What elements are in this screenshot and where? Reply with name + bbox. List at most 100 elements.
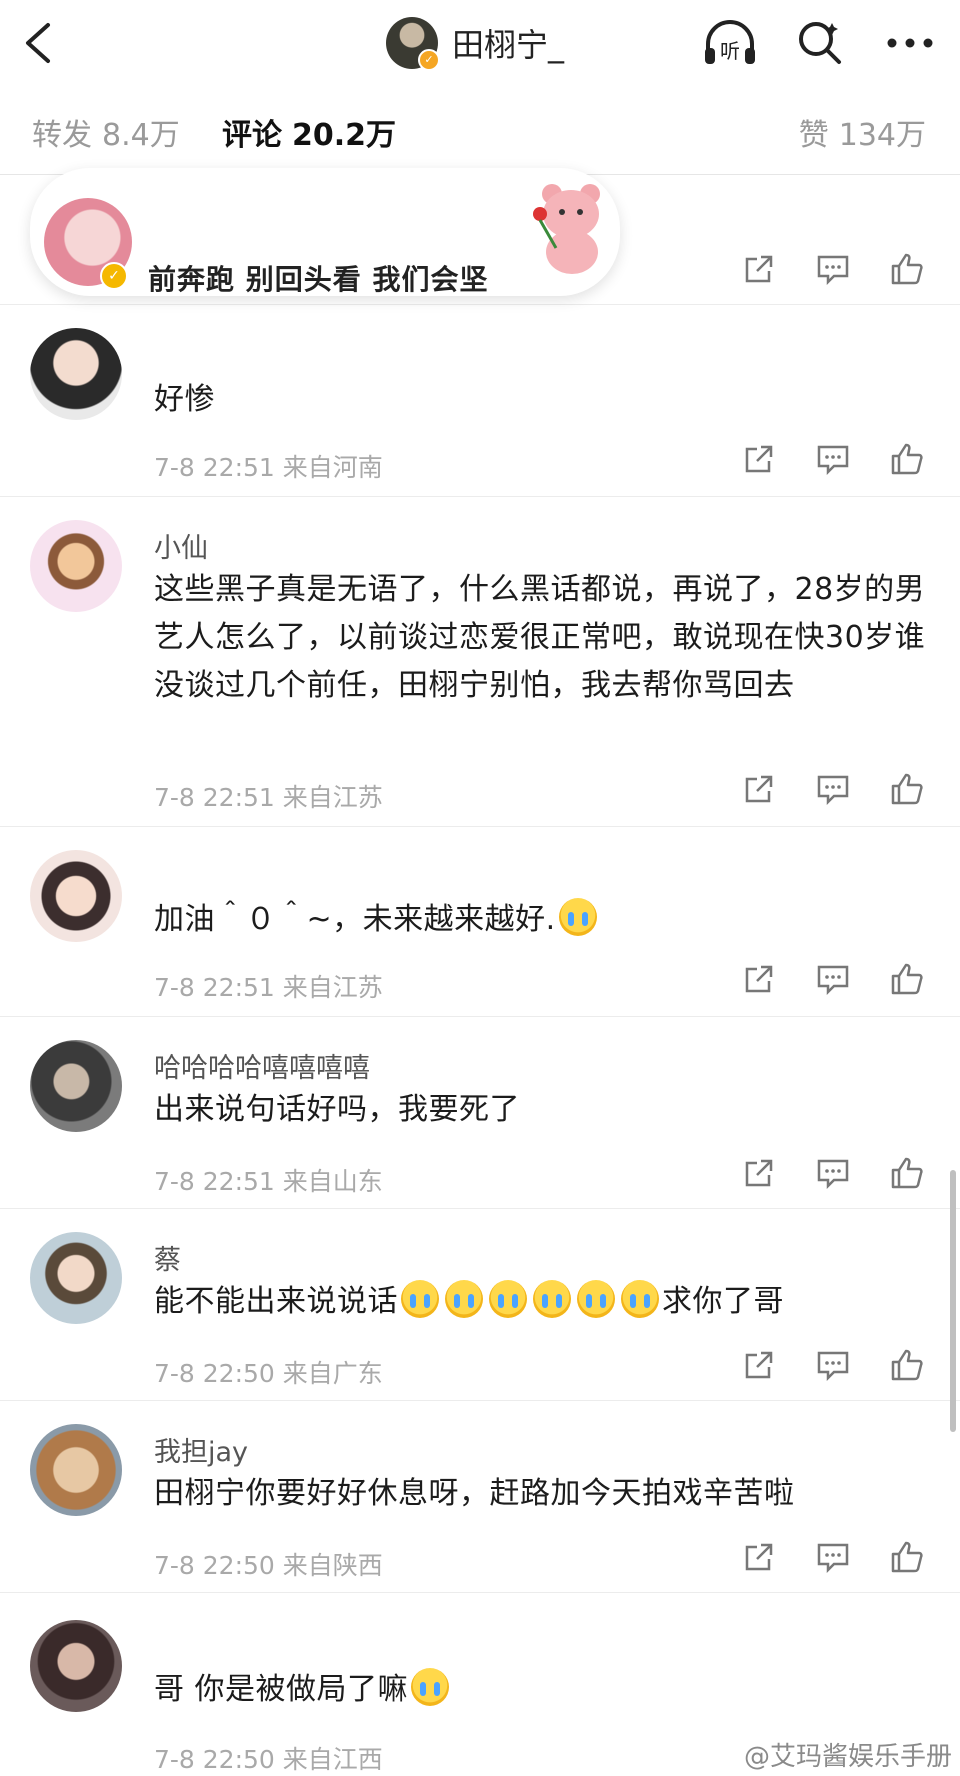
thumbs-up-icon bbox=[891, 1157, 923, 1189]
comment-text-content: 加油＾０＾~，未来越来越好. bbox=[154, 902, 556, 937]
comment-meta: 7-8 22:50 来自广东 bbox=[154, 1359, 383, 1388]
share-button[interactable] bbox=[742, 1156, 776, 1190]
crying-emoji-icon bbox=[401, 1280, 439, 1318]
tab-like[interactable]: 赞 134万 bbox=[799, 110, 926, 154]
watermark: @艾玛酱娱乐手册 bbox=[743, 1742, 952, 1772]
crying-emoji-icon bbox=[558, 898, 597, 936]
comment-text: 田栩宁你要好好休息呀，赶路加今天拍戏辛苦啦 bbox=[154, 1476, 795, 1511]
comment-text: 能不能出来说说话 求你了哥 bbox=[154, 1278, 934, 1326]
like-button[interactable] bbox=[890, 1540, 924, 1574]
share-button[interactable] bbox=[742, 442, 776, 476]
comment-icon bbox=[817, 445, 849, 475]
avatar[interactable] bbox=[30, 1424, 122, 1516]
tab-comment[interactable]: 评论 20.2万 bbox=[222, 110, 396, 154]
thumbs-up-icon bbox=[891, 443, 923, 475]
comment-meta: 7-8 22:51 来自河南 bbox=[154, 453, 383, 482]
tab-comment-count: 20.2万 bbox=[292, 118, 397, 153]
like-button[interactable] bbox=[890, 252, 924, 286]
crying-emoji-icon bbox=[489, 1280, 527, 1318]
share-icon bbox=[745, 1159, 773, 1187]
headphones-icon: 听 bbox=[705, 20, 755, 64]
comment-item: 蔡 能不能出来说说话 求你了哥 7-8 22:50 来自广东 bbox=[0, 1208, 960, 1401]
title-area[interactable]: ✓ 田栩宁_ bbox=[386, 14, 564, 72]
avatar[interactable] bbox=[30, 328, 122, 420]
share-icon bbox=[745, 1351, 773, 1379]
username[interactable]: 小仙 bbox=[154, 526, 208, 565]
tab-repost-label: 转发 bbox=[32, 118, 92, 153]
sticker-text: 前奔跑 别回头看 我们会坚 bbox=[148, 263, 489, 296]
comment-icon bbox=[817, 965, 849, 995]
scrollbar[interactable] bbox=[950, 1170, 956, 1432]
reply-button[interactable] bbox=[816, 962, 850, 996]
comment-text: 出来说句话好吗，我要死了 bbox=[154, 1092, 520, 1127]
comment-icon bbox=[817, 255, 849, 285]
share-icon bbox=[745, 445, 773, 473]
reply-button[interactable] bbox=[816, 1540, 850, 1574]
share-button[interactable] bbox=[742, 772, 776, 806]
comment-text-content: 求你了哥 bbox=[662, 1284, 784, 1319]
svg-text:听: 听 bbox=[720, 39, 740, 63]
bear-sticker-icon bbox=[533, 184, 600, 274]
top-bar: ✓ 田栩宁_ 听 bbox=[0, 0, 960, 87]
comment-icon bbox=[817, 1351, 849, 1381]
like-button[interactable] bbox=[890, 1156, 924, 1190]
reply-button[interactable] bbox=[816, 1348, 850, 1382]
comment-text: 好惨 bbox=[154, 382, 215, 417]
comment-text-content: 哥 你是被做局了嘛 bbox=[154, 1672, 409, 1707]
comment-item: 我担jay 田栩宁你要好好休息呀，赶路加今天拍戏辛苦啦 7-8 22:50 来自… bbox=[0, 1400, 960, 1593]
more-icon bbox=[887, 38, 933, 48]
share-button[interactable] bbox=[742, 252, 776, 286]
tab-like-count: 134万 bbox=[838, 118, 926, 153]
thumbs-up-icon bbox=[891, 963, 923, 995]
verified-badge-icon: ✓ bbox=[418, 49, 440, 71]
tab-repost[interactable]: 转发 8.4万 bbox=[32, 110, 180, 154]
back-button[interactable] bbox=[22, 14, 72, 72]
comment-meta: 7-8 22:51 来自江苏 bbox=[154, 973, 383, 1002]
reply-button[interactable] bbox=[816, 1156, 850, 1190]
share-button[interactable] bbox=[742, 1348, 776, 1382]
avatar[interactable] bbox=[30, 1232, 122, 1324]
comment-icon bbox=[817, 1159, 849, 1189]
verified-badge-icon: ✓ bbox=[100, 262, 128, 290]
crying-emoji-icon bbox=[445, 1280, 483, 1318]
tabs-bar: 转发 8.4万 评论 20.2万 赞 134万 bbox=[0, 86, 960, 175]
comment-meta: 7-8 22:50 来自江西 bbox=[154, 1745, 383, 1774]
listen-button[interactable]: 听 bbox=[702, 15, 758, 71]
comment-item: 小仙 这些黑子真是无语了，什么黑话都说，再说了，28岁的男艺人怎么了，以前谈过恋… bbox=[0, 496, 960, 827]
like-button[interactable] bbox=[890, 962, 924, 996]
username[interactable]: 哈哈哈哈嘻嘻嘻嘻 bbox=[154, 1046, 370, 1085]
comment-meta: 7-8 22:50 来自陕西 bbox=[154, 1551, 383, 1580]
avatar[interactable]: ✓ bbox=[386, 17, 440, 71]
reply-button[interactable] bbox=[816, 252, 850, 286]
crying-emoji-icon bbox=[577, 1280, 615, 1318]
like-button[interactable] bbox=[890, 1348, 924, 1382]
like-button[interactable] bbox=[890, 442, 924, 476]
avatar[interactable] bbox=[30, 1620, 122, 1712]
comment-meta: 7-8 22:51 来自江苏 bbox=[154, 783, 383, 812]
tab-repost-count: 8.4万 bbox=[102, 118, 180, 153]
avatar[interactable] bbox=[30, 1040, 122, 1132]
comment-icon bbox=[817, 1543, 849, 1573]
share-button[interactable] bbox=[742, 1540, 776, 1574]
avatar[interactable] bbox=[30, 850, 122, 942]
back-icon bbox=[26, 23, 50, 63]
username[interactable]: 我担jay bbox=[154, 1430, 248, 1469]
username[interactable]: 蔡 bbox=[154, 1238, 181, 1277]
reply-button[interactable] bbox=[816, 772, 850, 806]
like-button[interactable] bbox=[890, 772, 924, 806]
comment-item: 加油＾０＾~，未来越来越好. 7-8 22:51 来自江苏 bbox=[0, 826, 960, 1017]
share-button[interactable] bbox=[742, 962, 776, 996]
page-title: 田栩宁_ bbox=[452, 26, 565, 64]
tab-comment-label: 评论 bbox=[222, 118, 282, 153]
comment-text: 这些黑子真是无语了，什么黑话都说，再说了，28岁的男艺人怎么了，以前谈过恋爱很正… bbox=[154, 572, 926, 703]
comment-item: 哈哈哈哈嘻嘻嘻嘻 出来说句话好吗，我要死了 7-8 22:51 来自山东 bbox=[0, 1016, 960, 1209]
more-button[interactable] bbox=[882, 15, 938, 71]
comment-text: 加油＾０＾~，未来越来越好. bbox=[154, 896, 934, 944]
comment-text-content: 能不能出来说说话 bbox=[154, 1284, 398, 1319]
comment-text: 哥 你是被做局了嘛 bbox=[154, 1666, 934, 1714]
reply-button[interactable] bbox=[816, 442, 850, 476]
avatar[interactable] bbox=[30, 520, 122, 612]
search-button[interactable] bbox=[792, 15, 848, 71]
thumbs-up-icon bbox=[891, 1541, 923, 1573]
comment-actions bbox=[742, 252, 924, 286]
